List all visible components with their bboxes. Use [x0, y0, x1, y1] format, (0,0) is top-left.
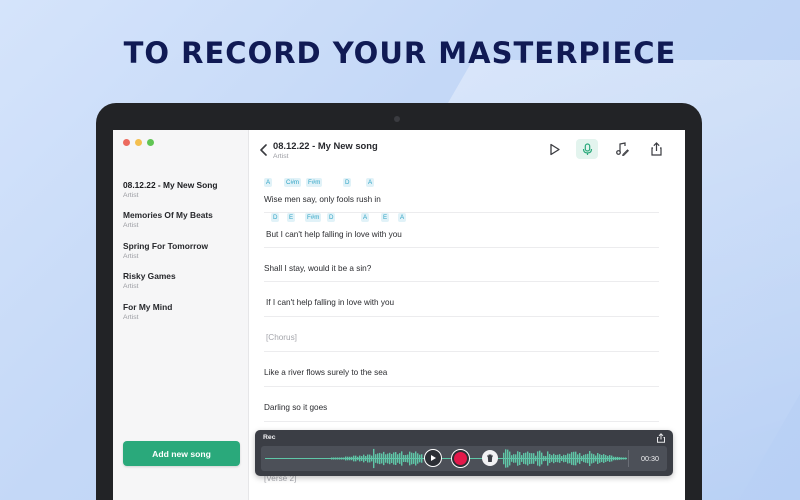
song-title: Risky Games — [123, 271, 176, 282]
music-edit-button[interactable] — [611, 139, 633, 159]
chord-tag[interactable]: E — [287, 212, 296, 222]
song-artist-header: Artist — [273, 153, 289, 160]
minimize-window-button[interactable] — [135, 139, 142, 146]
microphone-button[interactable] — [576, 139, 598, 159]
chord-row: A C#m F#m D A — [264, 178, 659, 188]
editor-toolbar: 08.12.22 - My New song Artist — [250, 130, 685, 168]
song-list-item[interactable]: 08.12.22 - My New Song Artist — [123, 180, 243, 210]
song-title: Spring For Tomorrow — [123, 240, 208, 251]
chord-tag[interactable]: F#m — [305, 212, 322, 222]
chord-tag[interactable]: A — [366, 178, 375, 187]
microphone-icon — [582, 142, 592, 155]
chord-tag[interactable]: A — [361, 212, 370, 222]
chord-tag[interactable]: E — [381, 212, 390, 222]
recorder-label: Rec — [263, 434, 276, 441]
song-title: 08.12.22 - My New Song — [123, 180, 218, 190]
section-label: [Chorus] — [266, 333, 297, 343]
lyric-text: But I can't help falling in love with yo… — [266, 229, 402, 239]
music-note-edit-icon — [616, 142, 629, 156]
record-button[interactable] — [451, 448, 470, 468]
share-icon[interactable] — [656, 433, 666, 443]
app-window: 08.12.22 - My New Song Artist Memories O… — [113, 130, 685, 500]
waveform-track[interactable]: 00:30 — [261, 446, 667, 471]
delete-recording-button[interactable] — [482, 450, 498, 466]
song-artist: Artist — [123, 313, 139, 321]
lyrics-editor[interactable]: A C#m F#m D A Wise men say, only fools r… — [264, 178, 659, 422]
divider — [628, 450, 629, 467]
share-button[interactable] — [645, 139, 667, 159]
song-title: Memories Of My Beats — [123, 210, 213, 221]
recording-time: 00:30 — [641, 454, 659, 463]
song-list-item[interactable]: Spring For Tomorrow Artist — [123, 241, 243, 271]
chord-tag[interactable]: D — [343, 178, 352, 187]
chord-tag[interactable]: D — [271, 212, 280, 222]
song-artist: Artist — [123, 192, 139, 199]
trash-icon — [487, 454, 493, 462]
lyric-text: Like a river flows surely to the sea — [264, 367, 388, 377]
song-title-header: 08.12.22 - My New song — [273, 140, 378, 151]
chord-tag[interactable]: D — [327, 212, 336, 222]
song-artist: Artist — [123, 252, 139, 260]
play-icon — [549, 143, 560, 155]
lyric-line-block[interactable]: A C#m F#m D A Wise men say, only fools r… — [264, 178, 659, 213]
song-list-item[interactable]: Risky Games Artist — [123, 271, 243, 301]
chord-tag[interactable]: F#m — [306, 178, 323, 187]
lyric-line-block[interactable]: D E F#m D A E A But I can't help falling… — [264, 212, 659, 248]
lyric-line-block[interactable]: [Chorus] — [264, 317, 659, 352]
chord-row: D E F#m D A E A — [264, 212, 659, 223]
lyric-text: Darling so it goes — [264, 402, 328, 412]
lyric-text: Shall I stay, would it be a sin? — [264, 263, 372, 273]
recorder-panel: Rec 00:30 — [255, 430, 673, 476]
play-button[interactable] — [543, 139, 565, 159]
play-icon — [431, 455, 436, 461]
song-list: 08.12.22 - My New Song Artist Memories O… — [123, 180, 243, 332]
song-list-item[interactable]: For My Mind Artist — [123, 302, 243, 332]
song-artist: Artist — [123, 222, 139, 230]
camera — [394, 116, 400, 122]
laptop-frame: 08.12.22 - My New Song Artist Memories O… — [96, 103, 702, 500]
add-new-song-button[interactable]: Add new song — [123, 441, 240, 466]
record-dot-icon — [454, 451, 467, 465]
chord-tag[interactable]: A — [398, 212, 407, 222]
window-controls — [123, 139, 154, 146]
lyric-text: Wise men say, only fools rush in — [264, 195, 381, 204]
lyric-line-block[interactable]: If I can't help falling in love with you — [264, 282, 659, 318]
song-artist: Artist — [123, 283, 139, 291]
lyric-line-block[interactable]: Darling so it goes — [264, 387, 659, 422]
chord-tag[interactable]: A — [264, 178, 273, 187]
page-headline: TO RECORD YOUR MASTERPIECE — [123, 36, 677, 70]
lyric-line-block[interactable]: Shall I stay, would it be a sin? — [264, 248, 659, 283]
chevron-left-icon[interactable] — [259, 144, 269, 156]
song-list-item[interactable]: Memories Of My Beats Artist — [123, 210, 243, 240]
close-window-button[interactable] — [123, 139, 130, 146]
chord-tag[interactable]: C#m — [284, 178, 302, 187]
play-recording-button[interactable] — [424, 449, 442, 467]
sidebar: 08.12.22 - My New Song Artist Memories O… — [113, 130, 249, 500]
share-icon — [650, 142, 662, 156]
lyric-line-block[interactable]: Like a river flows surely to the sea — [264, 352, 659, 387]
song-title: For My Mind — [123, 301, 173, 312]
zoom-window-button[interactable] — [147, 139, 154, 146]
lyric-text: If I can't help falling in love with you — [266, 298, 395, 308]
